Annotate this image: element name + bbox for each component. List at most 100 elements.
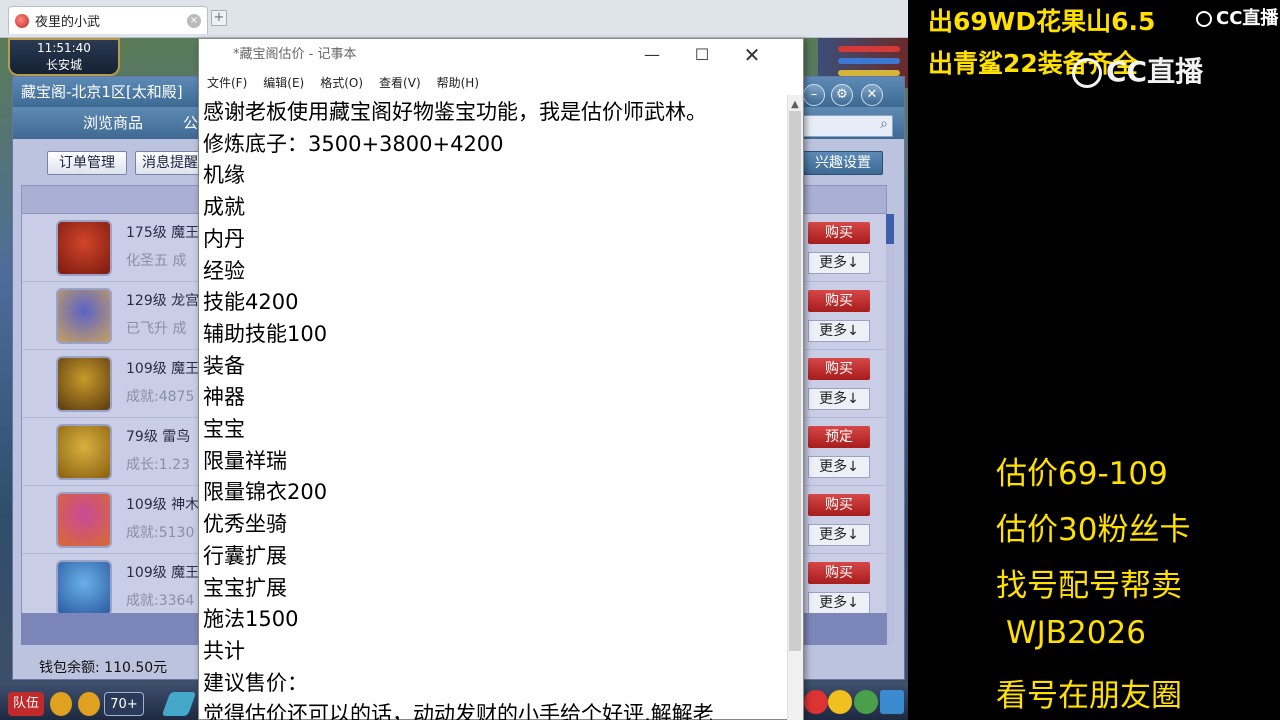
cc-watermark-icon — [1072, 58, 1102, 88]
item-title: 109级 魔王 — [126, 361, 200, 377]
character-avatar[interactable] — [56, 288, 112, 344]
text-line: 宝宝扩展 — [203, 575, 287, 600]
buy-button[interactable]: 购买 — [808, 290, 870, 312]
team-button[interactable]: 队伍 — [8, 692, 44, 716]
order-management-button[interactable]: 订单管理 — [47, 151, 127, 175]
buy-button[interactable]: 购买 — [808, 222, 870, 244]
microphone-icon[interactable] — [50, 692, 72, 716]
more-button[interactable]: 更多↓ — [808, 252, 870, 274]
item-title: 79级 雷鸟 — [126, 429, 191, 445]
minimize-icon[interactable]: — — [627, 39, 677, 71]
alert-icon[interactable] — [804, 690, 828, 714]
text-line: 修炼底子：3500+3800+4200 — [203, 131, 504, 156]
close-icon[interactable]: ✕ — [727, 39, 777, 71]
interest-settings-button[interactable]: 兴趣设置 — [803, 151, 883, 175]
overlay-info-line: 找号配号帮卖 — [996, 568, 1182, 604]
system-icon[interactable] — [880, 690, 904, 714]
cc-watermark: CC直播 — [1072, 50, 1203, 90]
tab-close-icon[interactable]: × — [187, 13, 201, 28]
overlay-info-line: 估价69-109 — [996, 456, 1168, 492]
text-line: 装备 — [203, 353, 245, 378]
item-subtitle: 成就:4875 — [126, 389, 195, 405]
new-tab-button[interactable]: + — [211, 10, 227, 26]
horn-icon[interactable] — [161, 692, 197, 716]
text-line: 限量锦衣200 — [203, 480, 328, 505]
notepad-scroll-thumb[interactable] — [789, 111, 801, 651]
text-line: 建议售价： — [203, 670, 308, 695]
buy-button[interactable]: 购买 — [808, 494, 870, 516]
store-search-input[interactable]: ⌕ — [803, 115, 893, 137]
text-line: 内丹 — [203, 226, 245, 251]
menu-item[interactable]: 编辑(E) — [263, 71, 304, 95]
item-subtitle: 化圣五 成 — [126, 253, 187, 269]
mp-bar — [838, 58, 900, 64]
emoji-icon[interactable] — [828, 690, 852, 714]
gear-icon[interactable]: ⚙ — [831, 84, 853, 106]
item-subtitle: 成就:5130 — [126, 525, 195, 541]
text-line: 觉得估价还可以的话，动动发财的小手给个好评,解解老 — [203, 702, 714, 720]
character-avatar[interactable] — [56, 424, 112, 480]
browser-tab-bar: 夜里的小武 × + — [0, 0, 908, 38]
browser-tab[interactable]: 夜里的小武 × — [8, 6, 208, 34]
notepad-window: *藏宝阁估价 - 记事本 — ☐ ✕ 文件(F) 编辑(E) 格式(O) 查看(V) 帮… — [198, 38, 804, 720]
overlay-info-line: 估价30粉丝卡 — [996, 512, 1191, 548]
overlay-info-line: WJB2026 — [1006, 615, 1146, 651]
menu-item[interactable]: 文件(F) — [207, 71, 247, 95]
overlay-info-line: 看号在朋友圈 — [996, 678, 1182, 714]
chat-count-badge[interactable]: 70+ — [104, 692, 144, 716]
item-title: 175级 魔王 — [126, 225, 200, 241]
maximize-icon[interactable]: ☐ — [677, 39, 727, 71]
message-reminder-button[interactable]: 消息提醒 — [135, 151, 205, 175]
more-button[interactable]: 更多↓ — [808, 524, 870, 546]
cc-logo-small: CC直播 — [1196, 4, 1278, 30]
menu-item[interactable]: 帮助(H) — [437, 71, 479, 95]
item-title: 109级 魔王 — [126, 565, 200, 581]
character-avatar[interactable] — [56, 220, 112, 276]
list-scroll-thumb[interactable] — [886, 214, 894, 244]
cc-logo-text: CC直播 — [1216, 8, 1279, 29]
more-button[interactable]: 更多↓ — [808, 592, 870, 614]
buy-button[interactable]: 预定 — [808, 426, 870, 448]
character-avatar[interactable] — [56, 356, 112, 412]
notepad-menu-bar: 文件(F) 编辑(E) 格式(O) 查看(V) 帮助(H) — [199, 71, 803, 95]
character-avatar[interactable] — [56, 492, 112, 548]
text-line: 经验 — [203, 258, 245, 283]
menu-item[interactable]: 查看(V) — [379, 71, 421, 95]
game-clock: 11:51:40 长安城 — [8, 38, 120, 76]
more-button[interactable]: 更多↓ — [808, 320, 870, 342]
text-line: 机缘 — [203, 163, 245, 188]
list-scrollbar[interactable] — [886, 214, 894, 644]
text-line: 技能4200 — [203, 290, 299, 315]
close-icon[interactable]: ✕ — [861, 84, 883, 106]
location-name: 长安城 — [45, 58, 82, 72]
gear-icon[interactable] — [854, 690, 878, 714]
more-button[interactable]: 更多↓ — [808, 388, 870, 410]
tab-browse-goods[interactable]: 浏览商品 — [53, 111, 173, 135]
text-line: 宝宝 — [203, 417, 245, 442]
text-line: 辅助技能100 — [203, 321, 328, 346]
notepad-text-area[interactable]: 感谢老板使用藏宝阁好物鉴宝功能，我是估价师武林。 修炼底子：3500+3800+4… — [203, 97, 783, 720]
character-avatar[interactable] — [56, 560, 112, 616]
chat-bubble-icon[interactable] — [78, 692, 100, 716]
text-line: 共计 — [203, 638, 245, 663]
cc-logo-icon — [1196, 11, 1212, 27]
stream-overlay: 出69WD花果山6.5 出青鲨22装备齐全 估价69-109 估价30粉丝卡 找号配… — [908, 0, 1280, 720]
cc-watermark-text: CC直播 — [1106, 55, 1204, 88]
text-line: 限量祥瑞 — [203, 448, 287, 473]
item-subtitle: 成就:3364 — [126, 593, 195, 609]
text-line: 成就 — [203, 195, 245, 220]
item-title: 129级 龙宫 — [126, 293, 200, 309]
favicon-icon — [15, 13, 29, 28]
buy-button[interactable]: 购买 — [808, 358, 870, 380]
item-subtitle: 已飞升 成 — [126, 321, 187, 337]
menu-item[interactable]: 格式(O) — [320, 71, 363, 95]
item-title: 109级 神木 — [126, 497, 200, 513]
hp-bar — [838, 46, 900, 52]
text-line: 优秀坐骑 — [203, 512, 287, 537]
minimize-icon[interactable]: – — [803, 84, 825, 106]
text-line: 行囊扩展 — [203, 543, 287, 568]
search-icon[interactable]: ⌕ — [880, 116, 888, 132]
more-button[interactable]: 更多↓ — [808, 456, 870, 478]
buy-button[interactable]: 购买 — [808, 562, 870, 584]
tab-title: 夜里的小武 — [35, 15, 101, 30]
